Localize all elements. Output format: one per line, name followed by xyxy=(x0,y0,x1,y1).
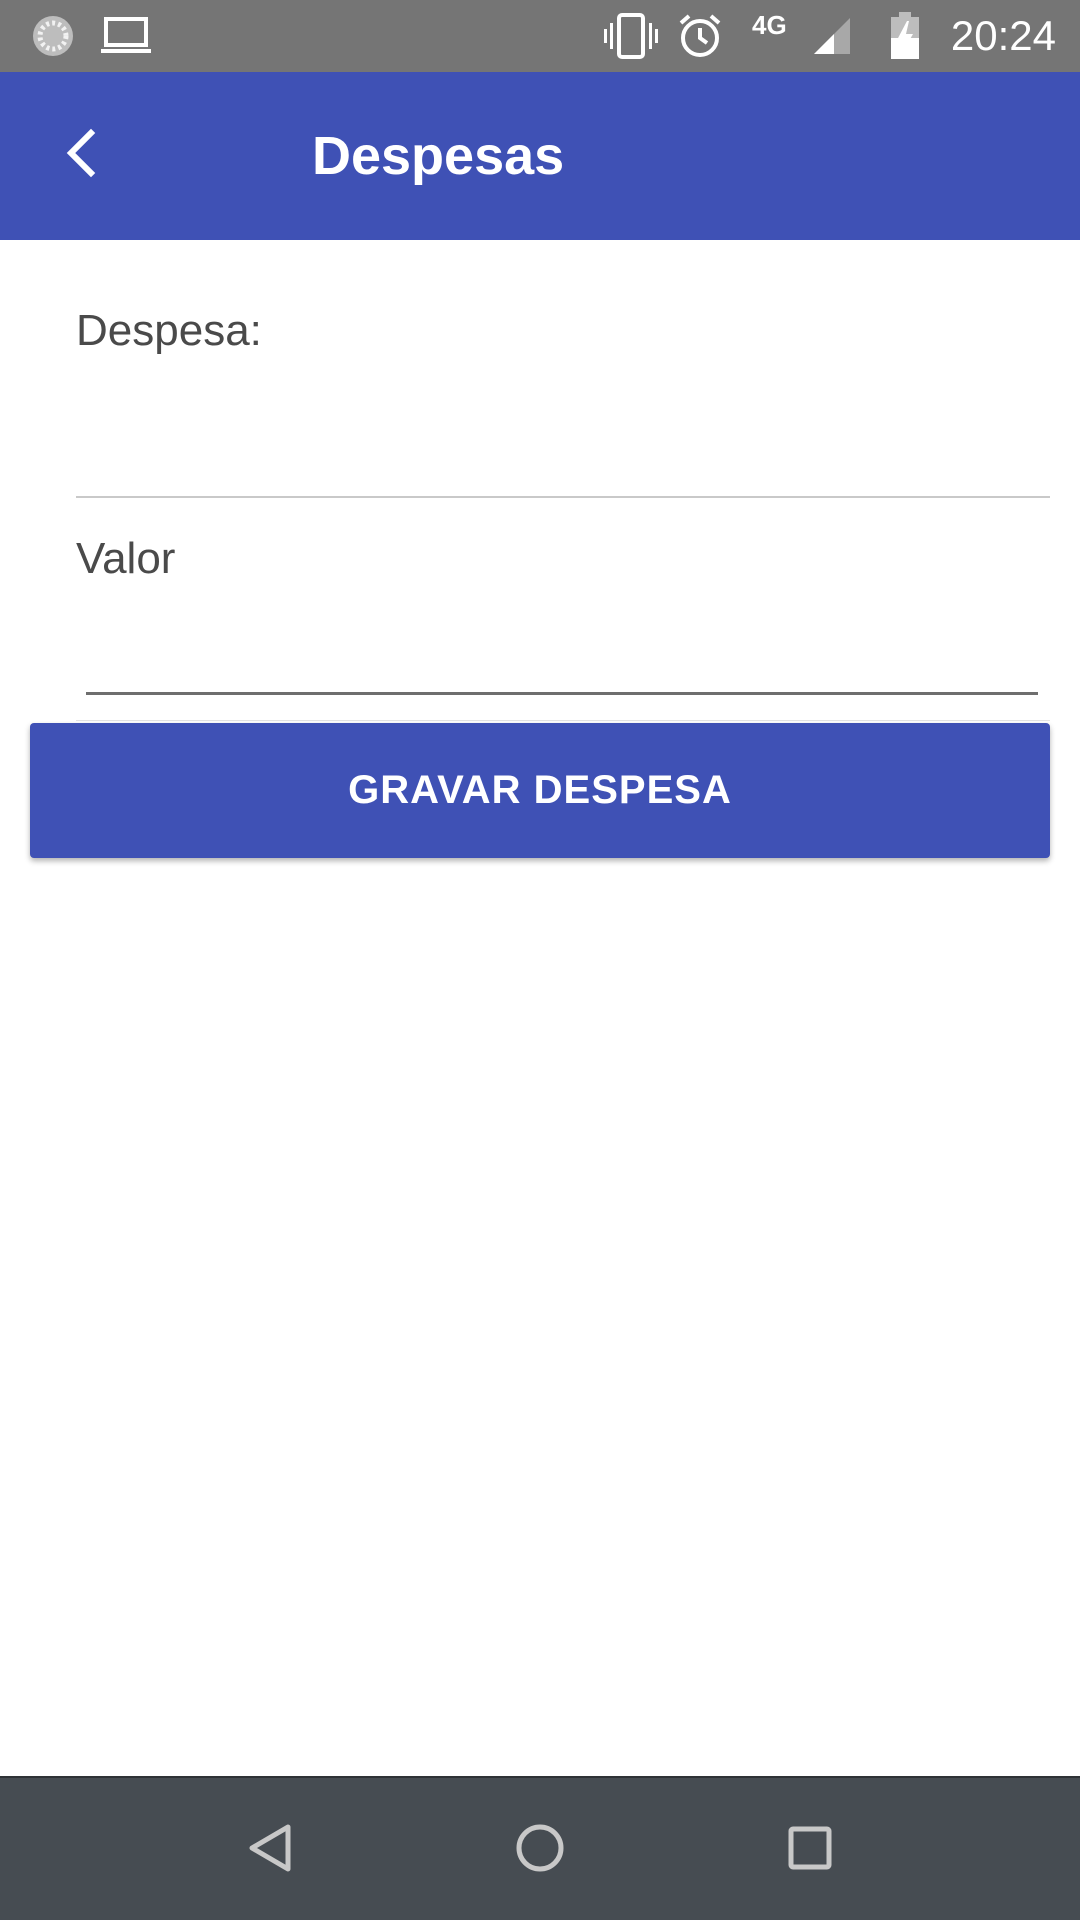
alarm-icon xyxy=(677,0,723,72)
despesa-underline xyxy=(76,496,1050,498)
back-button[interactable] xyxy=(36,110,126,200)
status-bar: 4G 20:24 xyxy=(0,0,1080,72)
despesa-label: Despesa: xyxy=(76,306,262,355)
status-time: 20:24 xyxy=(950,12,1056,59)
valor-label: Valor xyxy=(76,534,176,583)
network-type: 4G xyxy=(752,10,787,40)
screen: 4G 20:24 Despesas Despesa: Valor GRAVAR … xyxy=(0,0,1080,1920)
vibrate-icon xyxy=(604,0,658,72)
valor-underline xyxy=(86,692,1038,695)
home-circle-icon xyxy=(515,1823,565,1878)
nav-home-button[interactable] xyxy=(468,1778,612,1920)
valor-divider xyxy=(76,720,1050,721)
nav-back-button[interactable] xyxy=(198,1778,342,1920)
app-bar: Despesas xyxy=(0,72,1080,240)
recents-square-icon xyxy=(788,1826,832,1875)
laptop-icon xyxy=(100,0,152,72)
valor-input[interactable] xyxy=(86,600,1038,692)
sync-icon xyxy=(30,0,76,72)
back-triangle-icon xyxy=(246,1823,294,1878)
signal-icon xyxy=(812,0,852,72)
chevron-left-icon xyxy=(61,127,101,184)
despesa-input[interactable] xyxy=(76,390,1050,494)
page-title: Despesas xyxy=(312,126,565,186)
save-button[interactable]: GRAVAR DESPESA xyxy=(30,723,1050,858)
nav-recents-button[interactable] xyxy=(738,1778,882,1920)
battery-charging-icon xyxy=(890,0,920,72)
nav-bar xyxy=(0,1776,1080,1920)
